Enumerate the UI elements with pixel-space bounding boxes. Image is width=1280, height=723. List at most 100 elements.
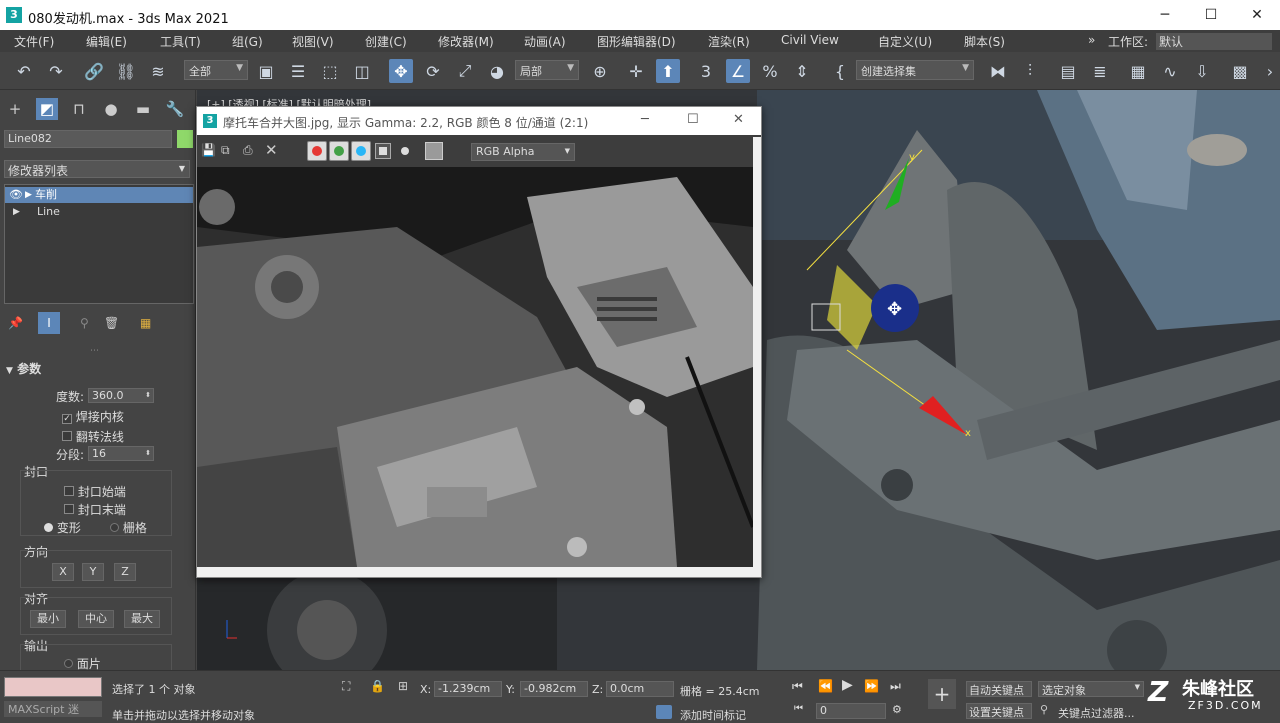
curve-editor-icon[interactable]: ∿ — [1158, 59, 1182, 83]
utilities-tab-icon[interactable]: 🔧 — [164, 98, 186, 120]
selection-filter-dropdown[interactable]: 全部 ▼ — [184, 60, 248, 80]
layer-explorer-icon[interactable]: ≣ — [1088, 59, 1112, 83]
maxscript-listener-input[interactable] — [4, 677, 102, 697]
named-selection-dropdown[interactable]: 创建选择集 ▼ — [856, 60, 974, 80]
alpha-channel-toggle[interactable] — [375, 143, 391, 159]
link-icon[interactable]: 🔗 — [82, 59, 106, 83]
modify-tab-icon[interactable]: ◩ — [36, 98, 58, 120]
frame-window-titlebar[interactable]: 3 摩托车合并大图.jpg, 显示 Gamma: 2.2, RGB 颜色 8 位… — [197, 107, 761, 135]
next-frame-icon[interactable]: ⏩ — [864, 679, 879, 693]
select-place-icon[interactable]: ◕ — [485, 59, 509, 83]
print-image-icon[interactable]: ⎙ — [243, 143, 253, 158]
select-rotate-icon[interactable]: ⟳ — [421, 59, 445, 83]
window-crossing-icon[interactable]: ◫ — [350, 59, 374, 83]
angle-snap-icon[interactable]: ∠ — [726, 59, 750, 83]
select-manipulate-icon[interactable]: ✛ — [624, 59, 648, 83]
previous-frame-icon[interactable]: ⏪ — [818, 679, 833, 693]
eye-icon[interactable]: 👁 — [9, 187, 23, 203]
channel-dropdown[interactable]: RGB Alpha ▼ — [471, 143, 575, 161]
toolbar-overflow-icon[interactable]: › — [1258, 59, 1280, 83]
cap-start-checkbox[interactable]: 封口始端 — [64, 483, 126, 500]
blue-channel-toggle[interactable] — [351, 141, 371, 161]
configure-sets-icon[interactable]: ▦ — [140, 316, 151, 330]
direction-z-button[interactable]: Z — [114, 563, 136, 581]
selection-set-dropdown[interactable]: 选定对象 ▼ — [1038, 681, 1144, 697]
pin-stack-icon[interactable]: 📌 — [8, 316, 23, 330]
minimize-button[interactable]: ─ — [1142, 0, 1188, 30]
segments-spinner[interactable]: 16 ⬍ — [88, 446, 154, 461]
redo-icon[interactable]: ↷ — [44, 59, 68, 83]
align-min-button[interactable]: 最小 — [30, 610, 66, 628]
menu-modifiers[interactable]: 修改器(M) — [438, 33, 494, 50]
play-icon[interactable]: ▶ — [842, 677, 853, 693]
menu-customize[interactable]: 自定义(U) — [878, 33, 932, 50]
monochrome-icon[interactable] — [401, 147, 409, 155]
select-object-icon[interactable]: ▣ — [254, 59, 278, 83]
unlink-icon[interactable]: ⛓ — [114, 59, 138, 83]
bind-spacewarp-icon[interactable]: ≋ — [146, 59, 170, 83]
menu-graph-editors[interactable]: 图形编辑器(D) — [597, 33, 676, 50]
undo-icon[interactable]: ↶ — [12, 59, 36, 83]
green-channel-toggle[interactable] — [329, 141, 349, 161]
stack-item-line[interactable]: ▶ Line — [5, 204, 193, 220]
weld-core-checkbox[interactable]: ✓ 焊接内核 — [62, 408, 124, 425]
isolate-selection-icon[interactable]: ⛶ — [342, 679, 350, 694]
save-image-icon[interactable]: 💾 — [201, 143, 216, 157]
menu-tools[interactable]: 工具(T) — [160, 33, 201, 50]
ref-coord-dropdown[interactable]: 局部 ▼ — [515, 60, 579, 80]
spinner-snap-icon[interactable]: ⇕ — [790, 59, 814, 83]
menu-animation[interactable]: 动画(A) — [524, 33, 566, 50]
make-unique-icon[interactable]: ⚲ — [80, 316, 89, 330]
render-setup-icon[interactable]: ▩ — [1228, 59, 1252, 83]
rendered-frame-window[interactable]: 3 摩托车合并大图.jpg, 显示 Gamma: 2.2, RGB 颜色 8 位… — [196, 106, 762, 578]
red-channel-toggle[interactable] — [307, 141, 327, 161]
frame-close-button[interactable]: ✕ — [733, 112, 744, 127]
lock-selection-icon[interactable]: 🔒 — [370, 679, 385, 693]
menu-civil-view[interactable]: Civil View — [781, 33, 839, 47]
align-max-button[interactable]: 最大 — [124, 610, 160, 628]
time-config-icon[interactable]: ⚙ — [892, 703, 902, 716]
vertical-scrollbar[interactable] — [753, 137, 761, 567]
z-coord-input[interactable]: 0.0cm — [606, 681, 674, 697]
x-coord-input[interactable]: -1.239cm — [434, 681, 502, 697]
panel-resize-handle[interactable]: ⋯ — [90, 346, 99, 356]
mirror-icon[interactable]: ⧓ — [986, 59, 1010, 83]
background-swatch[interactable] — [425, 142, 443, 160]
object-color-swatch[interactable] — [177, 130, 193, 148]
params-rollout-header[interactable]: ▼ 参数 — [6, 360, 41, 377]
percent-snap-icon[interactable]: % — [758, 59, 782, 83]
select-move-icon[interactable]: ✥ — [389, 59, 413, 83]
menu-edit[interactable]: 编辑(E) — [86, 33, 127, 50]
viewcube-icon[interactable] — [1187, 134, 1247, 166]
absolute-transform-icon[interactable]: ⊞ — [398, 679, 408, 693]
maximize-button[interactable]: ☐ — [1188, 0, 1234, 30]
menu-scripting[interactable]: 脚本(S) — [964, 33, 1005, 50]
expand-icon[interactable]: ▶ — [13, 204, 20, 220]
select-scale-icon[interactable]: ⤢ — [453, 59, 477, 83]
current-frame-input[interactable]: 0 — [816, 703, 886, 719]
menu-file[interactable]: 文件(F) — [14, 33, 54, 50]
schematic-view-icon[interactable]: ⇩ — [1190, 59, 1214, 83]
key-mode-icon[interactable]: ⏮ — [794, 703, 803, 714]
set-key-button-icon[interactable]: + — [928, 679, 956, 709]
add-time-tag-button[interactable]: 添加时间标记 — [680, 707, 746, 723]
expand-icon[interactable]: ▶ — [25, 187, 32, 203]
menu-overflow-icon[interactable]: » — [1088, 33, 1095, 47]
snaps-toggle-icon[interactable]: 3 — [694, 59, 718, 83]
clear-image-icon[interactable]: ✕ — [265, 141, 278, 159]
motion-tab-icon[interactable]: ● — [100, 98, 122, 120]
y-coord-input[interactable]: -0.982cm — [520, 681, 588, 697]
grid-radio[interactable]: 栅格 — [110, 519, 147, 536]
key-filters-button[interactable]: 关键点过滤器... — [1058, 705, 1135, 721]
stack-item-lathe[interactable]: 👁 ▶ 车削 — [5, 187, 193, 203]
set-key-button[interactable]: 设置关键点 — [966, 703, 1032, 719]
show-end-result-icon[interactable]: I — [38, 312, 60, 334]
scene-explorer-icon[interactable]: ▤ — [1056, 59, 1080, 83]
toggle-ribbon-icon[interactable]: ▦ — [1126, 59, 1150, 83]
modifier-list-dropdown[interactable]: 修改器列表 ▼ — [4, 160, 190, 178]
maxscript-mini-listener[interactable]: MAXScript 迷 — [4, 701, 102, 717]
frame-maximize-button[interactable]: ☐ — [687, 112, 699, 127]
display-tab-icon[interactable]: ▬ — [132, 98, 154, 120]
rect-selection-icon[interactable]: ⬚ — [318, 59, 342, 83]
direction-x-button[interactable]: X — [52, 563, 74, 581]
